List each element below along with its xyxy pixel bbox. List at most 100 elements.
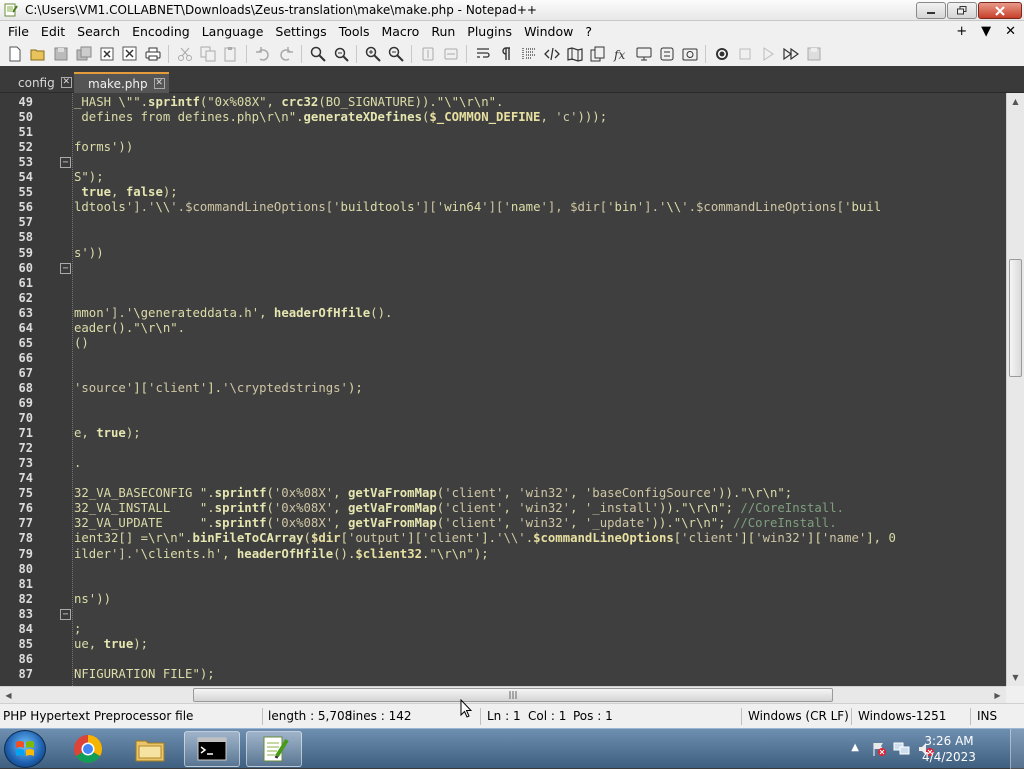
- stop-macro-icon[interactable]: [734, 44, 755, 65]
- code-line[interactable]: 59 s')): [0, 246, 1006, 261]
- taskbar-chrome[interactable]: [60, 731, 116, 767]
- vertical-scroll-thumb[interactable]: [1009, 259, 1022, 377]
- fold-toggle-icon[interactable]: −: [60, 608, 71, 620]
- code-line[interactable]: 60 −: [0, 261, 1006, 276]
- minimize-button[interactable]: [916, 2, 946, 19]
- code-line[interactable]: 50 defines from defines.php\r\n".generat…: [0, 110, 1006, 125]
- find-icon[interactable]: [307, 44, 328, 65]
- scroll-right-arrow-icon[interactable]: ▶: [989, 687, 1006, 704]
- sync-vertical-icon[interactable]: [417, 44, 438, 65]
- scroll-left-arrow-icon[interactable]: ◀: [0, 687, 17, 704]
- code-line[interactable]: 80: [0, 562, 1006, 577]
- fold-toggle-icon[interactable]: −: [60, 262, 71, 274]
- zoom-in-icon[interactable]: [362, 44, 383, 65]
- taskbar-notepadpp[interactable]: [246, 731, 302, 767]
- menu-file[interactable]: File: [0, 21, 35, 42]
- insert-mode-label[interactable]: INS: [977, 704, 997, 729]
- code-line[interactable]: 67: [0, 366, 1006, 381]
- code-line[interactable]: 68 'source']['client'].'\cryptedstrings')…: [0, 381, 1006, 396]
- code-line[interactable]: 58: [0, 230, 1006, 245]
- monitoring-icon[interactable]: [656, 44, 677, 65]
- code-line[interactable]: 55 true, false);: [0, 185, 1006, 200]
- code-tag-icon[interactable]: [541, 44, 562, 65]
- tab-list-dropdown-icon[interactable]: ▼: [981, 24, 991, 39]
- indent-guide-icon[interactable]: [518, 44, 539, 65]
- maximize-button[interactable]: [947, 2, 977, 19]
- close-tab-icon[interactable]: ✕: [153, 78, 165, 89]
- document-list-icon[interactable]: [587, 44, 608, 65]
- menu-tools[interactable]: Tools: [333, 21, 376, 42]
- close-all-icon[interactable]: [119, 44, 140, 65]
- code-line[interactable]: 86: [0, 652, 1006, 667]
- word-wrap-icon[interactable]: [472, 44, 493, 65]
- horizontal-scrollbar[interactable]: ◀ ▶: [0, 686, 1006, 703]
- code-line[interactable]: 79 ilder'].'\clients.h', headerOfHfile().…: [0, 547, 1006, 562]
- network-icon[interactable]: [893, 741, 911, 761]
- show-hidden-icons-icon[interactable]: ▲: [851, 742, 859, 753]
- scroll-down-arrow-icon[interactable]: ▼: [1007, 669, 1024, 686]
- code-line[interactable]: 53 −: [0, 155, 1006, 170]
- menu-settings[interactable]: Settings: [269, 21, 332, 42]
- menu-encoding[interactable]: Encoding: [126, 21, 196, 42]
- cut-icon[interactable]: [174, 44, 195, 65]
- save-all-icon[interactable]: [73, 44, 94, 65]
- settings-view-icon[interactable]: [679, 44, 700, 65]
- code-line[interactable]: 84;: [0, 622, 1006, 637]
- undo-icon[interactable]: [252, 44, 273, 65]
- close-document-icon[interactable]: ✕: [1005, 24, 1016, 39]
- record-macro-icon[interactable]: [711, 44, 732, 65]
- save-macro-icon[interactable]: [803, 44, 824, 65]
- menu-run[interactable]: Run: [425, 21, 461, 42]
- code-line[interactable]: 72: [0, 441, 1006, 456]
- code-line[interactable]: 71 e, true);: [0, 426, 1006, 441]
- code-line[interactable]: 61: [0, 276, 1006, 291]
- menu-search[interactable]: Search: [71, 21, 126, 42]
- sync-horizontal-icon[interactable]: [440, 44, 461, 65]
- menu-macro[interactable]: Macro: [375, 21, 425, 42]
- play-macro-icon[interactable]: [757, 44, 778, 65]
- code-line[interactable]: 66: [0, 351, 1006, 366]
- tab-make-php[interactable]: make.php ✕: [74, 72, 169, 93]
- code-line[interactable]: 73.: [0, 456, 1006, 471]
- code-line[interactable]: 56 ldtools'].'\\'.$commandLineOptions['bu…: [0, 200, 1006, 215]
- paste-icon[interactable]: [220, 44, 241, 65]
- zoom-out-icon[interactable]: [385, 44, 406, 65]
- code-line[interactable]: 54 S");: [0, 170, 1006, 185]
- code-line[interactable]: 77 32_VA_UPDATE ".sprintf('0x%08X', getVa…: [0, 516, 1006, 531]
- close-tab-icon[interactable]: ✕: [60, 77, 72, 88]
- menu-language[interactable]: Language: [196, 21, 270, 42]
- menu-help[interactable]: ?: [579, 21, 598, 42]
- redo-icon[interactable]: [275, 44, 296, 65]
- code-line[interactable]: 63 mmon'].'\generateddata.h', headerOfHfi…: [0, 306, 1006, 321]
- code-line[interactable]: 62: [0, 291, 1006, 306]
- fold-toggle-icon[interactable]: −: [60, 157, 71, 169]
- copy-icon[interactable]: [197, 44, 218, 65]
- show-desktop-button[interactable]: [1010, 729, 1024, 769]
- code-line[interactable]: 78 ient32[] =\r\n".binFileToCArray($dir['…: [0, 531, 1006, 546]
- code-line[interactable]: 57: [0, 215, 1006, 230]
- code-line[interactable]: 52 forms')): [0, 140, 1006, 155]
- taskbar-cmd[interactable]: [184, 731, 240, 767]
- close-button[interactable]: [978, 2, 1022, 19]
- tab-config[interactable]: config ✕: [10, 72, 76, 93]
- close-file-icon[interactable]: [96, 44, 117, 65]
- code-line[interactable]: 83 −: [0, 607, 1006, 622]
- code-line[interactable]: 75 32_VA_BASECONFIG ".sprintf('0x%08X', g…: [0, 486, 1006, 501]
- code-line[interactable]: 69: [0, 396, 1006, 411]
- system-clock[interactable]: 3:26 AM 4/4/2023: [914, 733, 984, 765]
- replace-icon[interactable]: [330, 44, 351, 65]
- folder-as-workspace-icon[interactable]: [633, 44, 654, 65]
- code-line[interactable]: 49 _HASH \"".sprintf("0x%08X", crc32(BO_S…: [0, 95, 1006, 110]
- code-line[interactable]: 76 32_VA_INSTALL ".sprintf('0x%08X', getV…: [0, 501, 1006, 516]
- start-button[interactable]: [4, 730, 46, 768]
- document-map-icon[interactable]: [564, 44, 585, 65]
- code-line[interactable]: 74: [0, 471, 1006, 486]
- menu-edit[interactable]: Edit: [35, 21, 71, 42]
- open-file-icon[interactable]: [27, 44, 48, 65]
- vertical-scrollbar[interactable]: ▲ ▼: [1006, 93, 1024, 686]
- code-line[interactable]: 65 (): [0, 336, 1006, 351]
- code-line[interactable]: 85 ue, true);: [0, 637, 1006, 652]
- code-editor[interactable]: 49 _HASH \"".sprintf("0x%08X", crc32(BO_S…: [0, 93, 1006, 686]
- code-line[interactable]: 87 NFIGURATION FILE");: [0, 667, 1006, 682]
- new-file-icon[interactable]: [4, 44, 25, 65]
